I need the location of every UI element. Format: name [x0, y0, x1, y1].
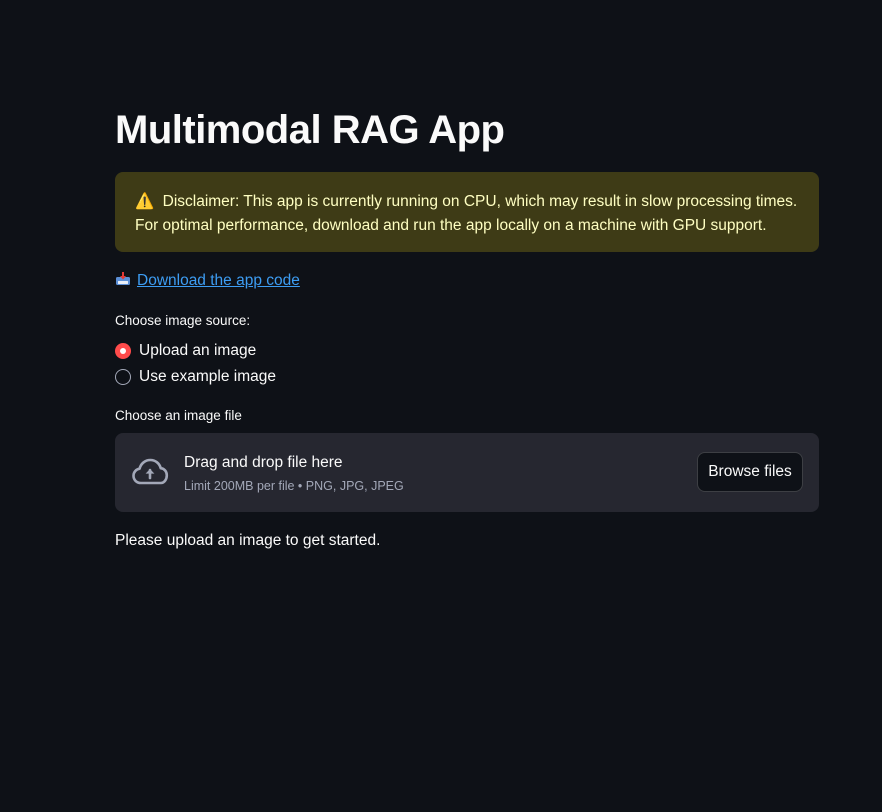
radio-button-unchecked[interactable] [115, 369, 131, 385]
radio-option-upload[interactable]: Upload an image [115, 340, 256, 362]
radio-button-checked[interactable] [115, 343, 131, 359]
radio-option-label: Use example image [139, 368, 276, 385]
inbox-tray-icon [115, 271, 131, 285]
warning-alert: ⚠️ Disclaimer: This app is currently run… [115, 172, 819, 252]
image-source-label: Choose image source: [115, 313, 251, 328]
file-uploader-label: Choose an image file [115, 408, 242, 423]
warning-icon: ⚠️ [135, 193, 155, 210]
info-message: Please upload an image to get started. [115, 532, 381, 549]
warning-text: Disclaimer: This app is currently runnin… [135, 193, 798, 234]
browse-files-button[interactable]: Browse files [697, 452, 803, 492]
dropzone-limit-text: Limit 200MB per file • PNG, JPG, JPEG [184, 479, 404, 493]
dropzone-title: Drag and drop file here [184, 454, 343, 471]
cloud-upload-icon [131, 457, 169, 487]
radio-option-example[interactable]: Use example image [115, 366, 276, 388]
download-link-label: Download the app code [137, 272, 300, 289]
file-dropzone[interactable]: Drag and drop file here Limit 200MB per … [115, 433, 819, 512]
page-title: Multimodal RAG App [115, 108, 505, 152]
radio-option-label: Upload an image [139, 342, 257, 359]
download-app-code-link[interactable]: Download the app code [115, 270, 300, 292]
